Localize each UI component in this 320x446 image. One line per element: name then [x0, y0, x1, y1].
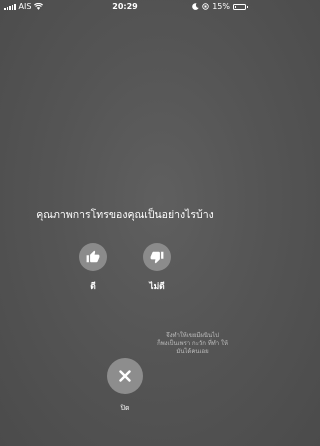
thumbs-down-icon — [150, 251, 164, 264]
thumbs-up-icon — [86, 250, 100, 263]
thumbs-down-label: ไม่ดี — [149, 282, 165, 292]
status-bar: AIS 20:29 15% — [0, 0, 250, 14]
close-label: ปิด — [120, 404, 130, 412]
battery-icon — [233, 3, 248, 10]
call-quality-prompt: คุณภาพการโทรของคุณเป็นอย่างไรบ้าง — [36, 209, 214, 221]
battery-percent: 15% — [212, 2, 230, 11]
close-button[interactable] — [107, 358, 143, 394]
thumbs-down-button[interactable] — [143, 243, 171, 271]
orientation-lock-icon — [202, 3, 209, 10]
hint-text: จึงทำให้เขยมีผนินไป ก็พงเป็นเพรา กะวัก ท… — [135, 332, 250, 356]
battery-fill — [235, 5, 236, 8]
moon-icon — [192, 3, 199, 10]
thumbs-up-button[interactable] — [79, 243, 107, 271]
hint-line: จึงทำให้เขยมีผนินไป — [166, 332, 219, 339]
thumbs-up-label: ดี — [90, 282, 96, 292]
hint-line: ก็พงเป็นเพรา กะวัก ที่ทำ ให้ — [157, 340, 228, 347]
close-icon — [119, 370, 131, 382]
hint-line: มันได้คนเอย — [176, 348, 209, 355]
status-right: 15% — [192, 2, 248, 11]
